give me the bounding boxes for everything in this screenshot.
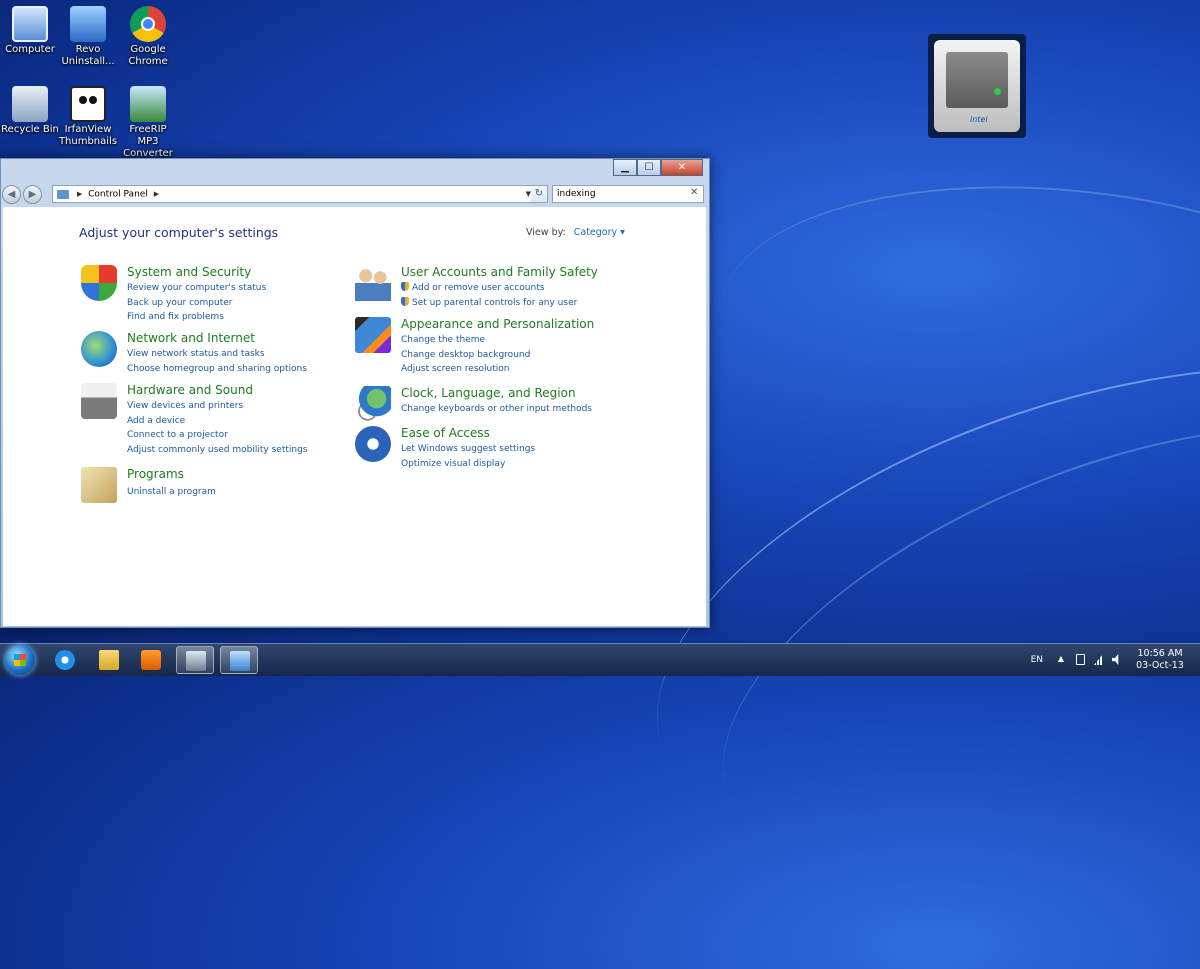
breadcrumb-separator[interactable]: ▶	[77, 190, 82, 198]
category-title[interactable]: Hardware and Sound	[127, 383, 253, 397]
clock-date: 03-Oct-13	[1136, 660, 1184, 671]
category-link[interactable]: Connect to a projector	[127, 428, 307, 443]
control-panel-window[interactable]: ▁ ☐ ✕ ◀ ▶ ▶ Control Panel ▶ ▼ ↻ ✕ Adjust…	[0, 158, 710, 628]
irfanview-panda-icon	[70, 86, 106, 122]
category-link[interactable]: Review your computer's status	[127, 281, 266, 296]
desktop-swoosh	[706, 154, 1200, 528]
refresh-button[interactable]: ↻	[531, 185, 548, 203]
control-panel-icon	[230, 651, 250, 671]
category-title[interactable]: Network and Internet	[127, 331, 255, 345]
internet-explorer-icon	[55, 650, 75, 670]
view-by-label: View by:	[526, 227, 566, 238]
uac-shield-icon	[401, 282, 409, 291]
gadget-status-dot	[994, 88, 1001, 95]
media-player-icon	[141, 650, 161, 670]
clear-search-icon[interactable]: ✕	[690, 187, 698, 198]
category-title[interactable]: User Accounts and Family Safety	[401, 265, 598, 279]
monitor-icon	[186, 651, 206, 671]
category-link[interactable]: Let Windows suggest settings	[401, 442, 535, 457]
computer-icon	[12, 6, 48, 42]
desktop-icon-revo-uninstaller[interactable]: Revo Uninstall...	[58, 6, 118, 68]
category-link[interactable]: Add a device	[127, 414, 307, 429]
system-tray: EN ▲ 10:56 AM 03-Oct-13	[1000, 644, 1200, 676]
appearance-monitor-icon	[355, 317, 391, 353]
maximize-button[interactable]: ☐	[637, 159, 661, 176]
taskbar-windows-explorer[interactable]	[90, 646, 128, 674]
breadcrumb-separator[interactable]: ▶	[154, 190, 159, 198]
control-panel-folder-icon	[57, 189, 69, 199]
taskbar: EN ▲ 10:56 AM 03-Oct-13	[0, 643, 1200, 676]
category-link[interactable]: View network status and tasks	[127, 347, 307, 362]
desktop-icon-recycle-bin[interactable]: Recycle Bin	[0, 86, 60, 136]
clock-time: 10:56 AM	[1137, 648, 1183, 659]
navigation-bar: ◀ ▶ ▶ Control Panel ▶ ▼ ↻ ✕	[1, 183, 709, 205]
content-area: Adjust your computer's settings View by:…	[3, 207, 706, 626]
category-link[interactable]: Back up your computer	[127, 296, 266, 311]
taskbar-monitor-app[interactable]	[176, 646, 214, 674]
view-by-dropdown[interactable]: Category ▾	[574, 227, 625, 238]
desktop-icon-google-chrome[interactable]: Google Chrome	[118, 6, 178, 68]
category-link[interactable]: Change desktop background	[401, 348, 530, 363]
chrome-icon	[130, 6, 166, 42]
category-link[interactable]: View devices and printers	[127, 399, 307, 414]
category-link[interactable]: Optimize visual display	[401, 457, 535, 472]
category-link[interactable]: Adjust commonly used mobility settings	[127, 443, 307, 458]
freerip-icon	[130, 86, 166, 122]
security-shield-icon	[81, 265, 117, 301]
clock[interactable]: 10:56 AM 03-Oct-13	[1130, 648, 1190, 672]
forward-button[interactable]: ▶	[23, 185, 42, 204]
cpu-chip-icon: intel	[934, 40, 1020, 132]
category-title[interactable]: Ease of Access	[401, 426, 490, 440]
revo-uninstaller-icon	[70, 6, 106, 42]
category-link[interactable]: Adjust screen resolution	[401, 362, 530, 377]
breadcrumb-control-panel[interactable]: Control Panel	[88, 190, 148, 200]
category-link[interactable]: Change the theme	[401, 333, 530, 348]
category-title[interactable]: Clock, Language, and Region	[401, 386, 576, 400]
desktop-icon-irfanview[interactable]: IrfanView Thumbnails	[58, 86, 118, 148]
intel-logo: intel	[970, 115, 988, 124]
users-icon	[355, 265, 391, 301]
category-link[interactable]: Choose homegroup and sharing options	[127, 362, 307, 377]
minimize-button[interactable]: ▁	[613, 159, 637, 176]
category-title[interactable]: Programs	[127, 467, 184, 481]
search-input[interactable]	[552, 185, 704, 203]
close-button[interactable]: ✕	[661, 159, 703, 176]
taskbar-internet-explorer[interactable]	[46, 646, 84, 674]
category-link[interactable]: Set up parental controls for any user	[401, 296, 577, 311]
taskbar-control-panel[interactable]	[220, 646, 258, 674]
desktop-icon-computer[interactable]: Computer	[0, 6, 60, 56]
volume-icon[interactable]	[1112, 654, 1119, 665]
category-link[interactable]: Add or remove user accounts	[401, 281, 577, 296]
signal-icon[interactable]	[1094, 654, 1103, 665]
programs-icon	[81, 467, 117, 503]
address-bar[interactable]: ▶ Control Panel ▶ ▼	[52, 185, 548, 203]
back-button[interactable]: ◀	[2, 185, 21, 204]
battery-icon[interactable]	[1076, 654, 1085, 665]
uac-shield-icon	[401, 296, 409, 306]
printer-icon	[81, 383, 117, 419]
network-globe-icon	[81, 331, 117, 367]
category-link[interactable]: Uninstall a program	[127, 485, 216, 500]
category-title[interactable]: System and Security	[127, 265, 251, 279]
clock-globe-icon	[355, 386, 391, 422]
taskbar-media-player[interactable]	[132, 646, 170, 674]
page-title: Adjust your computer's settings	[79, 225, 279, 240]
ease-of-access-icon	[355, 426, 391, 462]
recycle-bin-icon	[12, 86, 48, 122]
gadget-screen	[946, 52, 1008, 108]
start-button[interactable]	[5, 645, 35, 675]
category-title[interactable]: Appearance and Personalization	[401, 317, 594, 331]
cpu-meter-gadget[interactable]: intel	[928, 34, 1026, 138]
folder-icon	[99, 650, 119, 670]
desktop-icon-freerip[interactable]: FreeRIP MP3 Converter	[118, 86, 178, 160]
caption-buttons: ▁ ☐ ✕	[613, 159, 703, 176]
show-hidden-icons[interactable]: ▲	[1058, 654, 1064, 663]
language-indicator[interactable]: EN	[1031, 655, 1043, 665]
category-link[interactable]: Change keyboards or other input methods	[401, 402, 592, 417]
view-by: View by: Category ▾	[526, 227, 625, 238]
category-link[interactable]: Find and fix problems	[127, 310, 266, 325]
